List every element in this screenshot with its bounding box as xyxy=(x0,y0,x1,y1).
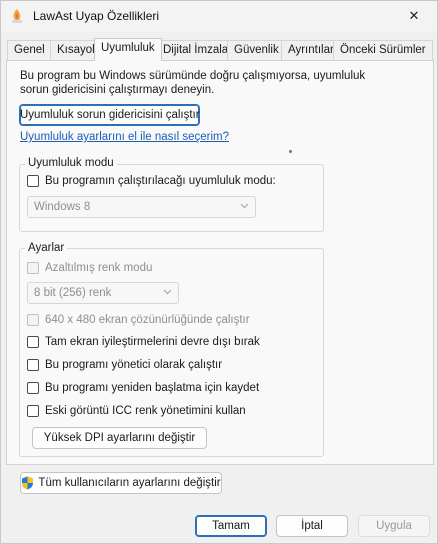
chevron-down-icon xyxy=(163,289,172,295)
legacy-icc-label: Eski görüntü ICC renk yönetimini kullan xyxy=(45,405,246,417)
uac-shield-icon xyxy=(22,476,34,490)
tab-general[interactable]: Genel xyxy=(7,40,52,60)
compatibility-panel: Bu program bu Windows sürümünde doğru ça… xyxy=(6,60,434,494)
title-bar: LawAst Uyap Özellikleri ✕ xyxy=(1,1,437,31)
ok-button[interactable]: Tamam xyxy=(195,515,267,537)
reduced-color-row: Azaltılmış renk modu xyxy=(27,262,152,274)
app-icon xyxy=(12,9,22,23)
settings-group xyxy=(19,248,324,457)
cancel-button[interactable]: İptal xyxy=(276,515,348,537)
compatibility-mode-checkbox[interactable] xyxy=(27,175,39,187)
res-640-label: 640 x 480 ekran çözünürlüğünde çalıştır xyxy=(45,314,250,326)
tab-compatibility[interactable]: Uyumluluk xyxy=(94,38,162,61)
window-title: LawAst Uyap Özellikleri xyxy=(33,9,160,23)
tab-security[interactable]: Güvenlik xyxy=(227,40,286,60)
register-restart-row[interactable]: Bu programı yeniden başlatma için kaydet xyxy=(27,382,259,394)
tab-previous-versions[interactable]: Önceki Sürümler xyxy=(333,40,433,60)
legacy-icc-row[interactable]: Eski görüntü ICC renk yönetimini kullan xyxy=(27,405,246,417)
color-depth-value: 8 bit (256) renk xyxy=(34,287,112,299)
fullscreen-opt-label: Tam ekran iyileştirmelerini devre dışı b… xyxy=(45,336,260,348)
compatibility-mode-checkbox-label: Bu programın çalıştırılacağı uyumluluk m… xyxy=(45,175,276,187)
register-restart-checkbox[interactable] xyxy=(27,382,39,394)
change-all-users-label: Tüm kullanıcıların ayarlarını değiştir xyxy=(38,477,221,489)
res-640-row: 640 x 480 ekran çözünürlüğünde çalıştır xyxy=(27,314,250,326)
reduced-color-label: Azaltılmış renk modu xyxy=(45,262,153,274)
close-icon: ✕ xyxy=(408,8,420,23)
manual-settings-link[interactable]: Uyumluluk ayarlarını el ile nasıl seçeri… xyxy=(20,131,229,143)
compatibility-mode-label: Uyumluluk modu xyxy=(25,157,117,169)
change-all-users-button[interactable]: Tüm kullanıcıların ayarlarını değiştir xyxy=(20,472,222,494)
res-640-checkbox xyxy=(27,314,39,326)
compatibility-mode-value: Windows 8 xyxy=(34,201,91,213)
register-restart-label: Bu programı yeniden başlatma için kaydet xyxy=(45,382,260,394)
run-as-admin-checkbox[interactable] xyxy=(27,359,39,371)
legacy-icc-checkbox[interactable] xyxy=(27,405,39,417)
run-troubleshooter-button[interactable]: Uyumluluk sorun gidericisini çalıştır xyxy=(19,104,200,126)
run-as-admin-label: Bu programı yönetici olarak çalıştır xyxy=(45,359,223,371)
reduced-color-checkbox xyxy=(27,262,39,274)
color-depth-select: 8 bit (256) renk xyxy=(27,282,179,304)
properties-window: LawAst Uyap Özellikleri ✕ Genel Kısayol … xyxy=(0,0,438,544)
fullscreen-opt-row[interactable]: Tam ekran iyileştirmelerini devre dışı b… xyxy=(27,336,260,348)
tab-strip: Genel Kısayol Uyumluluk Dijital İmzalar … xyxy=(5,38,433,61)
run-as-admin-row[interactable]: Bu programı yönetici olarak çalıştır xyxy=(27,359,222,371)
chevron-down-icon xyxy=(240,203,249,209)
compatibility-mode-select[interactable]: Windows 8 xyxy=(27,196,256,218)
fullscreen-opt-checkbox[interactable] xyxy=(27,336,39,348)
apply-button: Uygula xyxy=(358,515,430,537)
compatibility-description: Bu program bu Windows sürümünde doğru ça… xyxy=(20,70,366,96)
stray-dot xyxy=(289,150,292,153)
compatibility-mode-checkbox-row[interactable]: Bu programın çalıştırılacağı uyumluluk m… xyxy=(27,175,276,187)
settings-group-label: Ayarlar xyxy=(25,242,68,254)
tab-details[interactable]: Ayrıntılar xyxy=(281,40,341,60)
close-button[interactable]: ✕ xyxy=(391,1,437,31)
change-high-dpi-button[interactable]: Yüksek DPI ayarlarını değiştir xyxy=(32,427,207,449)
